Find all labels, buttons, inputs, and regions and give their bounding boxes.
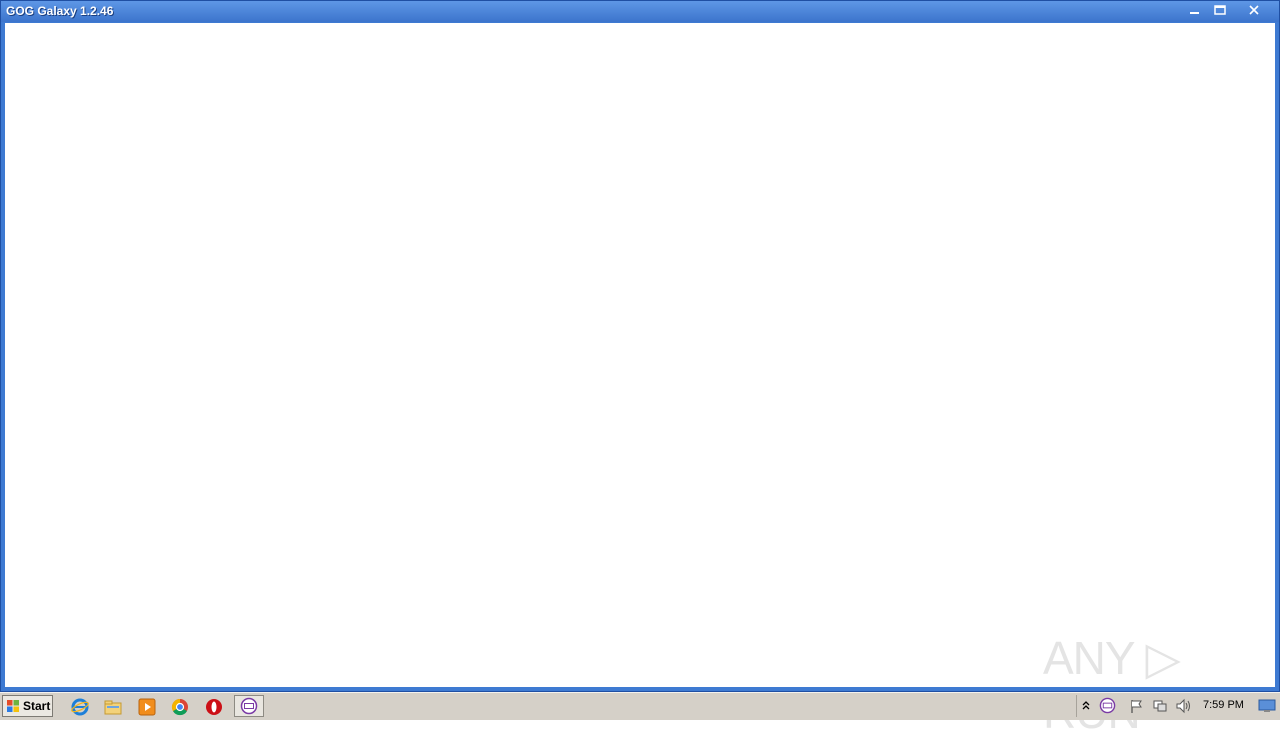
- minimize-button[interactable]: [1184, 3, 1206, 18]
- close-button[interactable]: [1242, 3, 1266, 18]
- start-button[interactable]: Start: [2, 695, 53, 717]
- gog-galaxy-taskbar-button[interactable]: [234, 695, 264, 717]
- taskbar: Start 7:59 PM: [0, 692, 1280, 720]
- window-title: GOG Galaxy 1.2.46: [6, 4, 114, 18]
- watermark-text: ANY ▷ RUN: [1043, 632, 1181, 738]
- action-center-flag-icon[interactable]: [1129, 698, 1145, 714]
- close-icon: [1249, 5, 1259, 15]
- network-icon[interactable]: [1152, 698, 1168, 714]
- chrome-icon[interactable]: [170, 697, 190, 717]
- volume-icon[interactable]: [1175, 698, 1193, 714]
- media-player-icon[interactable]: [137, 697, 157, 717]
- show-hidden-icons-icon[interactable]: [1081, 699, 1091, 711]
- app-window: GOG Galaxy 1.2.46 ANY ▷ RUN: [0, 0, 1280, 738]
- start-label: Start: [23, 699, 51, 713]
- clock[interactable]: 7:59 PM: [1203, 699, 1244, 711]
- opera-icon[interactable]: [204, 697, 224, 717]
- maximize-icon: [1214, 5, 1226, 15]
- anyrun-watermark: ANY ▷ RUN: [1043, 631, 1243, 738]
- minimize-icon: [1190, 12, 1199, 14]
- show-desktop-icon[interactable]: [1258, 699, 1276, 713]
- maximize-button[interactable]: [1209, 3, 1231, 18]
- gog-galaxy-icon: [240, 697, 258, 715]
- gog-galaxy-tray-icon[interactable]: [1099, 697, 1116, 714]
- file-explorer-icon[interactable]: [103, 697, 123, 717]
- internet-explorer-icon[interactable]: [70, 697, 90, 717]
- windows-flag-icon: [7, 700, 19, 712]
- system-tray: [1076, 695, 1201, 717]
- window-content-area[interactable]: ANY ▷ RUN: [5, 23, 1275, 738]
- title-bar[interactable]: GOG Galaxy 1.2.46: [1, 1, 1279, 22]
